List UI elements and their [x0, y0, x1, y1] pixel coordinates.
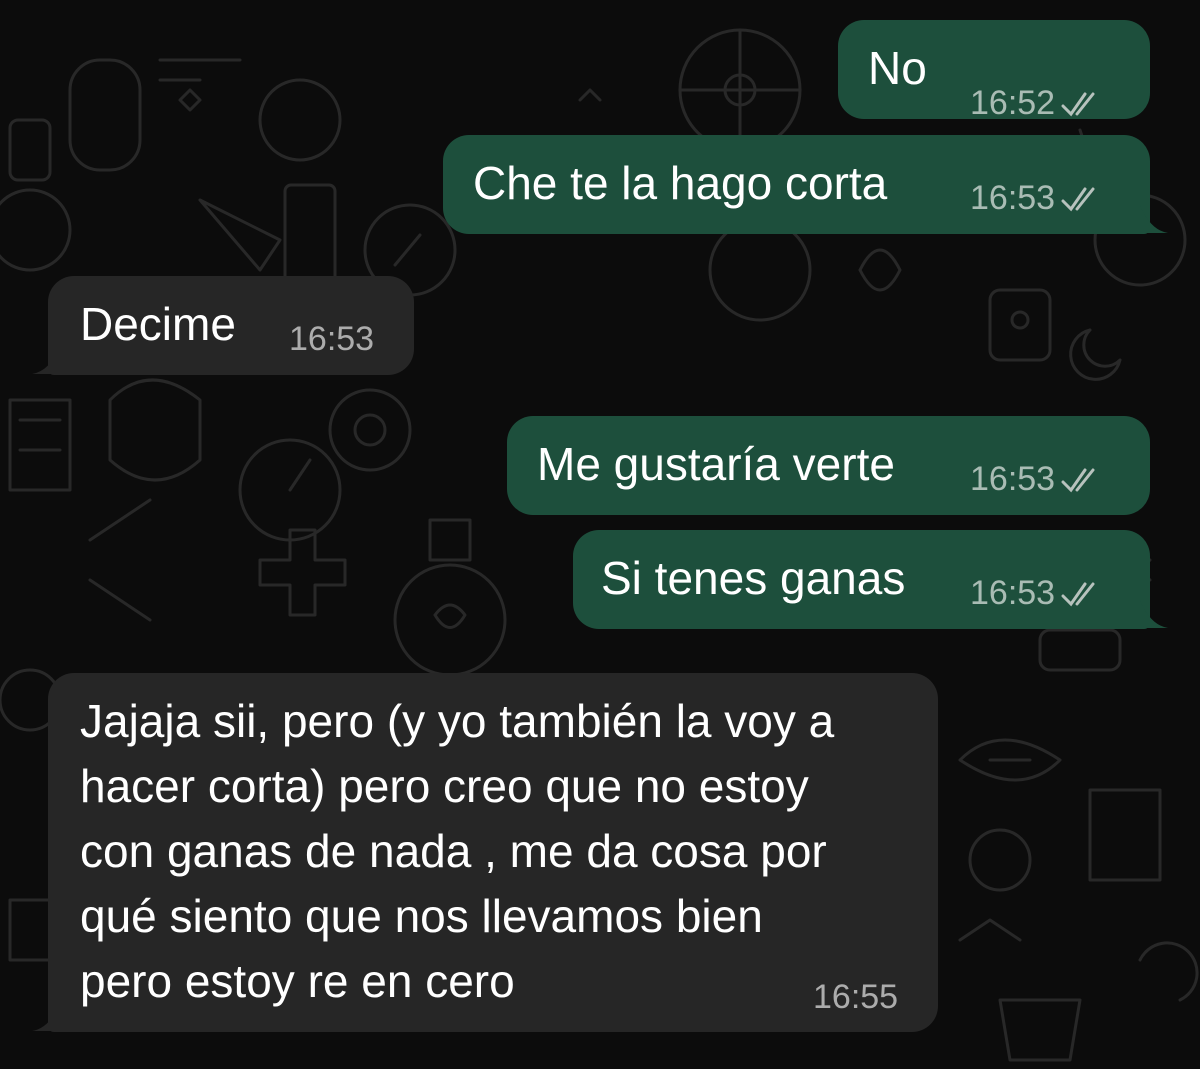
bubble-tail	[32, 1003, 60, 1031]
outgoing-message[interactable]: Si tenes ganas 16:53	[573, 530, 1150, 629]
message-line: Jajaja sii, pero (y yo también la voy a	[80, 695, 835, 747]
message-time: 16:55	[813, 978, 899, 1016]
message-meta: 16:53	[970, 460, 1105, 499]
message-line: pero estoy re en cero	[80, 955, 515, 1007]
chat-window: No 16:52 Che te la hago corta 16:53 Deci…	[0, 0, 1200, 1069]
message-time: 16:53	[970, 574, 1056, 612]
double-check-icon	[1061, 582, 1095, 606]
bubble-tail	[32, 346, 60, 374]
message-text: Decime	[80, 298, 236, 350]
message-text: Che te la hago corta	[473, 157, 888, 209]
message-time: 16:52	[970, 84, 1056, 122]
message-meta: 16:55	[813, 978, 898, 1017]
outgoing-message[interactable]: Me gustaría verte 16:53	[507, 416, 1150, 515]
outgoing-message[interactable]: Che te la hago corta 16:53	[443, 135, 1150, 234]
message-text: Si tenes ganas	[601, 552, 906, 604]
message-meta: 16:53	[970, 179, 1105, 218]
incoming-message[interactable]: Jajaja sii, pero (y yo también la voy a …	[48, 673, 938, 1032]
bubble-tail	[1140, 600, 1168, 628]
message-line: qué siento que nos llevamos bien	[80, 890, 763, 942]
outgoing-message[interactable]: No 16:52	[838, 20, 1150, 122]
message-line: hacer corta) pero creo que no estoy	[80, 760, 809, 812]
bubble-tail	[1140, 205, 1168, 233]
message-text: Jajaja sii, pero (y yo también la voy a …	[80, 689, 920, 1014]
message-meta: 16:53	[970, 574, 1105, 613]
double-check-icon	[1061, 187, 1095, 211]
message-text: Me gustaría verte	[537, 438, 895, 490]
message-text: No	[868, 42, 927, 94]
message-time: 16:53	[970, 460, 1056, 498]
double-check-icon	[1061, 92, 1095, 116]
message-line: con ganas de nada , me da cosa por	[80, 825, 827, 877]
message-time: 16:53	[289, 320, 375, 358]
incoming-message[interactable]: Decime 16:53	[48, 276, 414, 375]
message-meta: 16:53	[289, 320, 374, 359]
message-time: 16:53	[970, 179, 1056, 217]
message-meta: 16:52	[970, 84, 1105, 123]
double-check-icon	[1061, 468, 1095, 492]
